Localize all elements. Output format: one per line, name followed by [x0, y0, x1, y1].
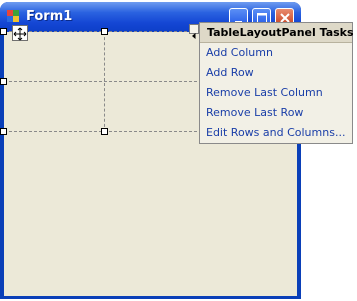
resize-grip-top-left[interactable] — [0, 28, 7, 35]
remove-last-column-link[interactable]: Remove Last Column — [206, 86, 323, 99]
resize-grip-top-middle[interactable] — [101, 28, 108, 35]
resize-grip-middle-left[interactable] — [0, 78, 7, 85]
form-app-icon — [7, 10, 19, 22]
move-arrows-icon — [13, 27, 27, 41]
tasks-panel-title: TableLayoutPanel Tasks — [207, 26, 354, 39]
resize-grip-bottom-middle[interactable] — [101, 128, 108, 135]
triangle-left-icon — [192, 33, 196, 39]
add-column-link[interactable]: Add Column — [206, 46, 273, 59]
tasks-panel: TableLayoutPanel Tasks Add Column Add Ro… — [199, 22, 354, 144]
edit-rows-columns-link[interactable]: Edit Rows and Columns... — [206, 126, 345, 139]
smart-tag-button[interactable] — [189, 24, 199, 39]
window-title: Form1 — [26, 9, 73, 24]
resize-grip-bottom-left[interactable] — [0, 128, 7, 135]
move-handle[interactable] — [12, 25, 28, 41]
tasks-panel-header: TableLayoutPanel Tasks — [200, 23, 354, 43]
remove-last-row-link[interactable]: Remove Last Row — [206, 106, 303, 119]
table-layout-column-divider — [104, 32, 105, 132]
add-row-link[interactable]: Add Row — [206, 66, 254, 79]
